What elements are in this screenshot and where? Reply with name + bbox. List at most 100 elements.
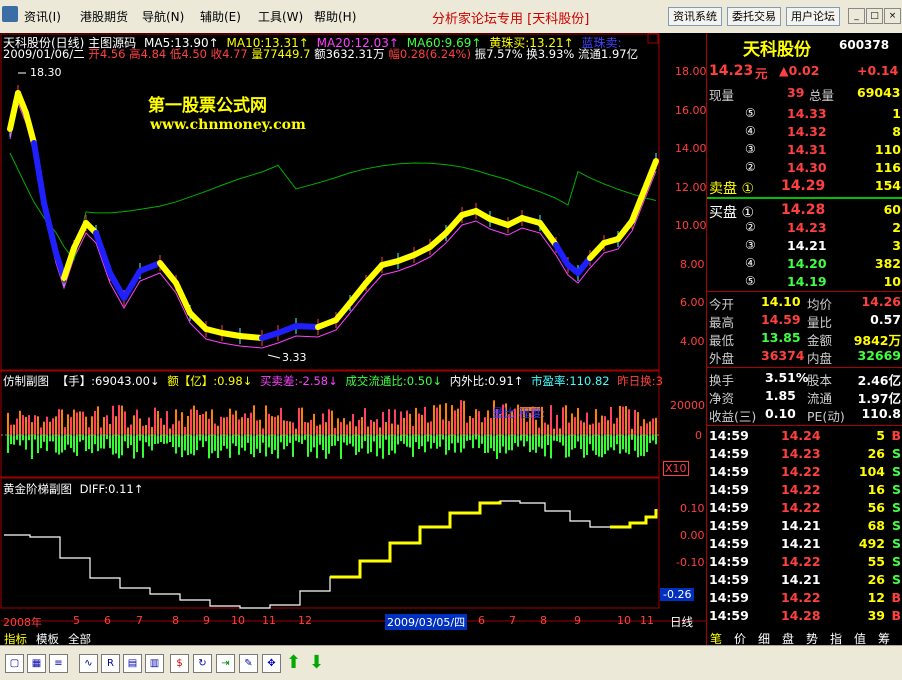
stat-value: 14.59 [761,312,801,327]
tick-price: 14.24 [781,428,821,443]
minimize-icon[interactable]: _ [848,8,865,24]
info-system-button[interactable]: 资讯系统 [668,7,722,26]
tick-time: 14:59 [709,500,749,515]
tick-side: S [891,500,901,515]
tool-icon[interactable]: ⇥ [216,654,235,673]
zongliang-value: 69043 [857,85,901,100]
xianliang-value: 39 [787,85,805,100]
tool-icon[interactable]: ↻ [193,654,212,673]
sub1-pe: 市盈率:110.82 [530,374,610,388]
bid-price: 14.19 [787,274,827,289]
tool-icon[interactable]: R [101,654,120,673]
axis-tick: 18.00 [675,65,707,78]
tool-icon[interactable]: ∿ [79,654,98,673]
bar-close: 收4.77 [210,47,248,61]
x-axis-label: 7 [136,614,143,627]
sub1-inner-label: 量比 程度: [492,406,546,420]
tick-time: 14:59 [709,536,749,551]
xianliang-label: 现量 [709,88,735,103]
fund-row: 净资 1.85 流通 1.97亿 [707,387,902,406]
tick-row: 14:59 14.21 492 S [707,535,902,553]
zongliang-label: 总量 [809,88,835,103]
menu-bar: 资讯(I) 港股期货 导航(N) 辅助(E) 工具(W) 帮助(H) 分析家论坛… [0,0,902,34]
arrow-up-icon[interactable]: ⬆ [285,654,302,672]
bar-rest: 振7.57% 换3.93% 流通1.97亿 [474,47,639,61]
tool-icon[interactable]: ≡ [49,654,68,673]
ask-price: 14.30 [787,160,827,175]
fund-row: 收益(三) 0.10 PE(动) 110.8 [707,405,902,424]
tick-row: 14:59 14.22 55 S [707,553,902,571]
fund-label: PE(动) [807,409,845,424]
tick-price: 14.22 [781,482,821,497]
menu-item-info[interactable]: 资讯(I) [24,8,61,25]
price-change-pct: +0.14 [857,63,899,78]
ask-row: ② 14.30 116 [707,159,902,177]
chart-canvas [0,33,706,622]
fund-value: 110.8 [861,406,901,421]
watermark-url: www.chnmoney.com [150,117,306,133]
tick-volume: 56 [867,500,885,515]
bottom-toolbar: ▢ ▦ ≡ ∿ R ▤ ▥ $ ↻ ⇥ ✎ ✥ ⬆ ⬇ [0,645,902,680]
sub2-header: 黄金阶梯副图 DIFF:0.11↑ [3,481,143,497]
period-label[interactable]: 日线 [670,614,693,630]
stats-row: 今开 14.10 均价 14.26 [707,293,902,312]
x-axis-label: 11 [640,614,654,627]
indicator-tabs: 指标 模板 全部 [0,631,706,646]
bid-row: ④ 14.20 382 [707,255,902,273]
sub1-tick: 0 [695,429,702,442]
menu-item-tools[interactable]: 工具(W) [258,8,303,25]
tool-icon[interactable]: ▥ [145,654,164,673]
tick-price: 14.22 [781,500,821,515]
axis-tick: 14.00 [675,142,707,155]
tick-volume: 26 [867,572,885,587]
ask-volume: 116 [874,160,901,175]
maximize-icon[interactable]: □ [866,8,883,24]
ma20-line [9,101,657,349]
menu-item-nav[interactable]: 导航(N) [142,8,184,25]
x-axis-label: 10 [231,614,245,627]
bead-segment [553,242,571,268]
tick-volume: 16 [867,482,885,497]
move-icon[interactable]: ✥ [262,654,281,673]
tick-side: S [891,518,901,533]
tick-volume: 26 [867,446,885,461]
diff-line-yellow [330,501,502,579]
close-icon[interactable]: × [884,8,901,24]
tick-time: 14:59 [709,428,749,443]
sub2-value-box: -0.26 [660,588,695,601]
tool-icon[interactable]: ✎ [239,654,258,673]
x-axis-label: 2009/03/05/四 [385,614,468,630]
bead-segment [187,310,209,332]
bid-label: ② [745,220,756,234]
ask-label: ⑤ [745,106,756,120]
tick-row: 14:59 14.22 56 S [707,499,902,517]
tick-time: 14:59 [709,482,749,497]
tool-icon[interactable]: ▢ [5,654,24,673]
stat-value: 14.26 [861,294,901,309]
menu-item-help[interactable]: 帮助(H) [314,8,356,25]
tool-icon[interactable]: ▤ [123,654,142,673]
menu-item-hk[interactable]: 港股期货 [80,8,128,25]
trade-button[interactable]: 委托交易 [727,7,781,26]
tool-icon[interactable]: ▦ [27,654,46,673]
stats-row: 最高 14.59 量比 0.57 [707,311,902,330]
sub1-prev: 昨日换:3 [617,374,663,388]
bead-segment [93,230,113,276]
fund-row: 换手 3.51% 股本 2.46亿 [707,369,902,388]
tick-price: 14.22 [781,590,821,605]
sub1-ratio: 成交流通比:0.50↓ [345,374,443,388]
tick-row: 14:59 14.22 12 B [707,589,902,607]
tick-volume: 39 [867,608,885,623]
forum-button[interactable]: 用户论坛 [786,7,840,26]
menu-item-assist[interactable]: 辅助(E) [200,8,241,25]
x-axis-label: 12 [298,614,312,627]
ask-price: 14.29 [781,178,826,194]
chart-area[interactable]: 天科股份(日线) 主图源码 MA5:13.90↑ MA10:13.31↑ MA2… [0,33,707,645]
tick-row: 14:59 14.22 16 S [707,481,902,499]
bead-segment [237,333,265,341]
arrow-down-icon[interactable]: ⬇ [308,654,325,672]
tool-icon[interactable]: $ [170,654,189,673]
bead-segment [537,220,559,248]
ask-volume: 154 [874,178,901,193]
x-axis-label: 9 [203,614,210,627]
